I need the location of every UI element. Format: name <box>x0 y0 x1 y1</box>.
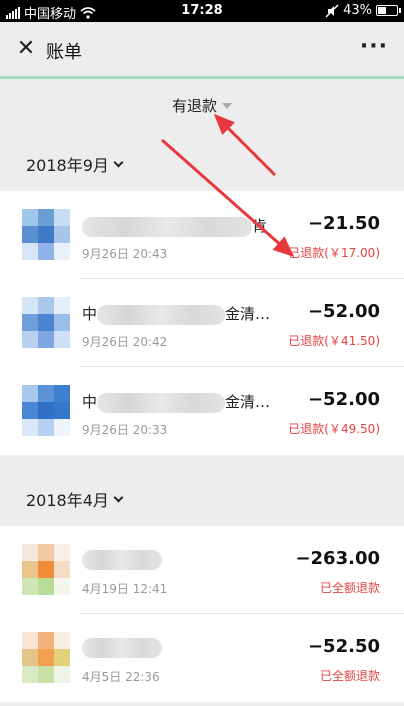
merchant-name: 中金清… <box>82 392 271 413</box>
bill-row[interactable]: 中金清… 9月26日 20:42 −52.00 已退款(￥41.50) <box>0 279 404 367</box>
mute-icon <box>325 3 339 18</box>
battery-icon <box>376 5 401 16</box>
transaction-date: 9月26日 20:33 <box>82 423 168 437</box>
page-title: 账单 <box>46 42 82 63</box>
transaction-date: 4月19日 12:41 <box>82 582 168 596</box>
avatar <box>22 544 70 596</box>
more-icon[interactable]: ··· <box>360 34 388 59</box>
refund-status: 已退款(￥17.00) <box>288 246 380 260</box>
transaction-date: 9月26日 20:43 <box>82 247 168 261</box>
transaction-amount: −52.00 <box>307 389 380 410</box>
title-bar: ✕ 账单 ··· <box>0 22 404 78</box>
transaction-amount: −263.00 <box>295 548 380 569</box>
month-label: 2018年4月 <box>26 491 109 510</box>
caret-down-icon <box>222 102 232 109</box>
month-label: 2018年9月 <box>26 156 109 175</box>
month-header-sep[interactable]: 2018年9月 <box>0 135 404 191</box>
merchant-name <box>82 638 162 658</box>
refund-status: 已全额退款 <box>319 581 380 595</box>
bill-row[interactable]: 肯 9月26日 20:43 −21.50 已退款(￥17.00) <box>0 191 404 279</box>
transaction-amount: −52.00 <box>307 301 380 322</box>
refund-status: 已退款(￥41.50) <box>288 334 380 348</box>
merchant-name: 中金清… <box>82 304 271 325</box>
filter-bar: 有退款 <box>0 79 404 135</box>
filter-label: 有退款 <box>171 97 217 115</box>
transaction-date: 4月5日 22:36 <box>82 670 160 684</box>
chevron-down-icon <box>113 492 124 502</box>
merchant-name <box>82 550 162 570</box>
transaction-amount: −52.50 <box>307 636 380 657</box>
avatar <box>22 209 70 261</box>
refund-filter-button[interactable]: 有退款 <box>172 95 232 116</box>
close-icon[interactable]: ✕ <box>14 37 38 61</box>
month-header-apr[interactable]: 2018年4月 <box>0 470 404 526</box>
bill-row[interactable]: 4月19日 12:41 −263.00 已全额退款 <box>0 526 404 614</box>
chevron-down-icon <box>113 157 124 167</box>
avatar <box>22 385 70 437</box>
battery-percent: 43% <box>343 3 372 18</box>
bill-row[interactable]: 4月5日 22:36 −52.50 已全额退款 <box>0 614 404 702</box>
transaction-amount: −21.50 <box>307 213 380 234</box>
status-bar: 中国移动 17:28 43% <box>0 0 404 22</box>
bill-row[interactable]: 中金清… 9月26日 20:33 −52.00 已退款(￥49.50) <box>0 367 404 455</box>
avatar <box>22 297 70 349</box>
refund-status: 已退款(￥49.50) <box>288 422 380 436</box>
merchant-name: 肯 <box>82 215 267 237</box>
refund-status: 已全额退款 <box>319 669 380 683</box>
avatar <box>22 632 70 684</box>
transaction-date: 9月26日 20:42 <box>82 335 168 349</box>
